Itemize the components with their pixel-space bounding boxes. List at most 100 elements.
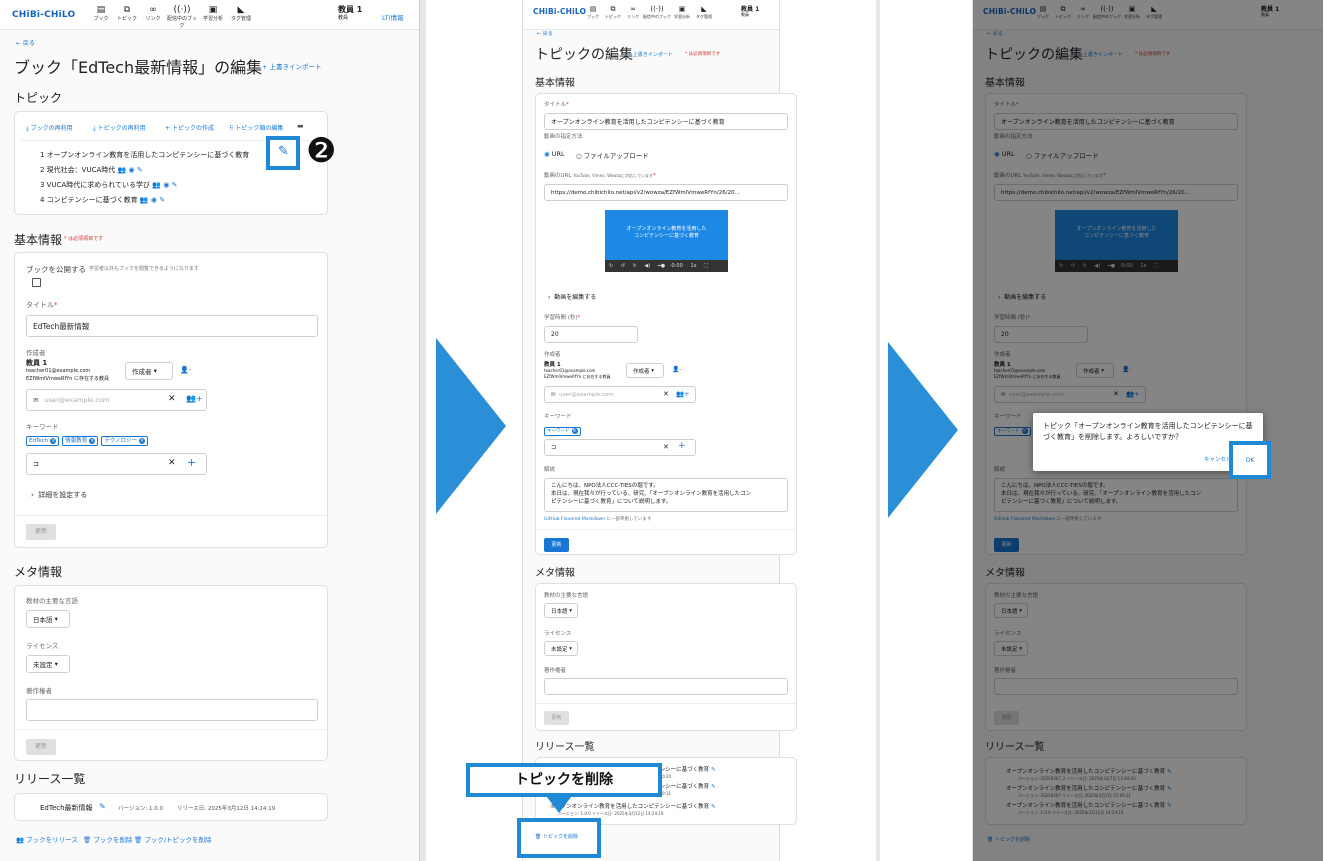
video-player[interactable]: オープンオンライン教育を活用した コンピテンシーに基づく教育: [605, 210, 728, 260]
topic-item-3[interactable]: 3 VUCA時代に求められている学び 👥 ◉ ✎: [40, 180, 177, 190]
duration-input[interactable]: 20: [544, 326, 638, 343]
edit-icon[interactable]: ✎: [137, 166, 143, 174]
update-button[interactable]: 更新: [26, 739, 56, 755]
keyword-chip[interactable]: キーワード ×: [544, 427, 581, 436]
close-icon[interactable]: ×: [138, 438, 145, 444]
cancel-button[interactable]: キャンセル: [1204, 455, 1232, 463]
nav-tag[interactable]: ◣ タグ管理: [693, 4, 715, 20]
edit-icon[interactable]: ✎: [99, 802, 106, 811]
back-link[interactable]: ← 戻る: [16, 38, 35, 47]
close-icon[interactable]: ×: [571, 428, 578, 434]
description-textarea[interactable]: こんにちは、NPO法人CCC-TIESの堀です。 本日は、現在我々が行っている、…: [544, 478, 788, 512]
preview-icon[interactable]: ◉: [163, 181, 169, 189]
edit-icon[interactable]: ✎: [711, 767, 716, 773]
edit-icon[interactable]: ✎: [711, 804, 716, 810]
reuse-book-button[interactable]: ⤓ ブックの再利用: [26, 123, 73, 133]
edit-topic-order-button[interactable]: ⠿ トピック順の編集: [229, 123, 283, 132]
add-keyword-icon[interactable]: +: [187, 456, 196, 469]
nav-book[interactable]: ▤ ブック: [88, 5, 114, 22]
edit-icon[interactable]: ✎: [172, 181, 178, 189]
update-button[interactable]: 更新: [544, 711, 569, 725]
person-remove-icon[interactable]: 👤-: [672, 366, 682, 373]
title-input[interactable]: EdTech最新情報: [26, 315, 318, 337]
details-link[interactable]: › 詳細を設定する: [31, 490, 87, 500]
nav-topic[interactable]: ⧉ トピック: [603, 4, 623, 20]
nav-book[interactable]: ▤ ブック: [583, 4, 603, 20]
author-role-select[interactable]: 作成者 ▾: [626, 363, 664, 378]
edit-icon[interactable]: ✎: [278, 144, 289, 159]
topic-item-4[interactable]: 4 コンピテンシーに基づく教育 👥 ◉ ✎: [40, 195, 165, 205]
nav-topic[interactable]: ⧉ トピック: [114, 5, 140, 22]
publish-checkbox[interactable]: [32, 278, 41, 287]
add-person-icon[interactable]: 👥+: [186, 394, 203, 403]
rewind-icon[interactable]: ↺: [621, 263, 625, 269]
app-logo[interactable]: CHiBi-CHiLO: [12, 10, 75, 20]
preview-icon[interactable]: ◉: [128, 166, 134, 174]
preview-icon[interactable]: ◉: [151, 196, 157, 204]
delete-topic-highlight[interactable]: 🗑 トピックを削除: [517, 818, 601, 858]
keyword-chip[interactable]: 情報教育 ×: [62, 436, 99, 446]
import-link[interactable]: + 上書きインポート: [262, 61, 322, 71]
radio-url[interactable]: ◉ URL: [544, 150, 565, 158]
reuse-topic-button[interactable]: ⤓ トピックの再利用: [93, 123, 146, 133]
import-link[interactable]: + 上書きインポート: [627, 51, 673, 58]
clear-icon[interactable]: ✕: [663, 443, 669, 451]
add-keyword-icon[interactable]: +: [678, 441, 686, 451]
nav-link[interactable]: ∞ リンク: [140, 5, 166, 22]
topic-item-2[interactable]: 2 現代社会：VUCA時代 👥 ◉ ✎: [40, 165, 143, 175]
forward-icon[interactable]: ↻: [633, 263, 637, 269]
close-icon[interactable]: ×: [89, 438, 96, 444]
delete-topic-button[interactable]: 🗑 トピックを削除: [535, 833, 578, 840]
nav-broadcast[interactable]: ((·)) 配信中のブック: [643, 4, 671, 20]
seek-slider[interactable]: ━●: [658, 263, 665, 269]
keyword-input[interactable]: ⊐: [26, 453, 207, 475]
keyword-chip[interactable]: EdTech ×: [26, 436, 60, 446]
delete-book-button[interactable]: 🗑 ブックを削除: [83, 834, 132, 844]
release-item[interactable]: オープンオンライン教育を活用したコンピテンシーに基づく教育 ✎: [550, 802, 716, 810]
person-remove-icon[interactable]: 👤-: [180, 366, 191, 374]
volume-icon[interactable]: ◀): [644, 263, 650, 269]
video-controls[interactable]: ↻ ↺ ↻ ◀) ━● -0:00 1x ⛶: [605, 260, 728, 272]
clear-icon[interactable]: ✕: [168, 458, 176, 468]
email-input[interactable]: ✉ user@example.com: [544, 386, 696, 403]
back-link[interactable]: ← 戻る: [537, 30, 553, 37]
radio-upload[interactable]: ○ ファイルアップロード: [576, 150, 649, 160]
video-url-input[interactable]: https://demo.chibichilo.net/api/v2/wowza…: [544, 184, 788, 201]
ok-highlight[interactable]: OK: [1229, 441, 1271, 479]
license-select[interactable]: 未設定 ▾: [26, 655, 70, 673]
nav-analytics[interactable]: ▣ 学習分析: [671, 4, 693, 20]
nav-analytics[interactable]: ▣ 学習分析: [200, 5, 226, 22]
close-icon[interactable]: ×: [50, 438, 57, 444]
language-select[interactable]: 日本語 ▾: [544, 603, 578, 618]
release-name[interactable]: EdTech最新情報: [40, 803, 93, 813]
update-button[interactable]: 更新: [544, 538, 569, 552]
clear-icon[interactable]: ✕: [663, 390, 669, 398]
nav-link[interactable]: ∞ リンク: [623, 4, 643, 20]
language-select[interactable]: 日本語 ▾: [26, 610, 70, 628]
keyword-input[interactable]: ⊐: [544, 439, 696, 456]
ok-button[interactable]: OK: [1233, 457, 1267, 464]
topic-item-1[interactable]: 1 オープンオンライン教育を活用したコンピテンシーに基づく教育: [40, 150, 249, 160]
add-person-icon[interactable]: 👥+: [676, 390, 690, 398]
app-logo[interactable]: CHiBi-CHiLO: [533, 7, 586, 16]
author-role-select[interactable]: 作成者 ▾: [125, 362, 173, 380]
keyword-chip[interactable]: テクノロジー ×: [101, 436, 148, 446]
release-book-button[interactable]: 👥 ブックをリリース: [16, 834, 78, 844]
lti-link[interactable]: LTI情報: [382, 12, 404, 22]
copyright-input[interactable]: [26, 699, 318, 721]
create-topic-button[interactable]: + トピックの作成: [165, 123, 214, 132]
fullscreen-icon[interactable]: ⛶: [704, 263, 708, 269]
email-input[interactable]: ✉ user@example.com: [26, 389, 207, 411]
license-select[interactable]: 未設定 ▾: [544, 641, 578, 656]
title-input[interactable]: オープンオンライン教育を活用したコンピテンシーに基づく教育: [544, 113, 788, 130]
copyright-input[interactable]: [544, 678, 788, 695]
edit-icon[interactable]: ✎: [159, 196, 165, 204]
edit-icon[interactable]: ✎: [711, 784, 716, 790]
update-button[interactable]: 更新: [26, 524, 56, 540]
delete-book-topic-button[interactable]: 🗑 ブック/トピックを削除: [134, 834, 212, 844]
nav-broadcast[interactable]: ((·)) 配信中のブック: [166, 5, 198, 29]
nav-tag[interactable]: ◣ タグ管理: [228, 5, 254, 22]
clear-icon[interactable]: ✕: [168, 394, 176, 404]
edit-video-link[interactable]: › 動画を編集する: [548, 292, 596, 301]
playback-speed[interactable]: 1x: [690, 263, 696, 269]
